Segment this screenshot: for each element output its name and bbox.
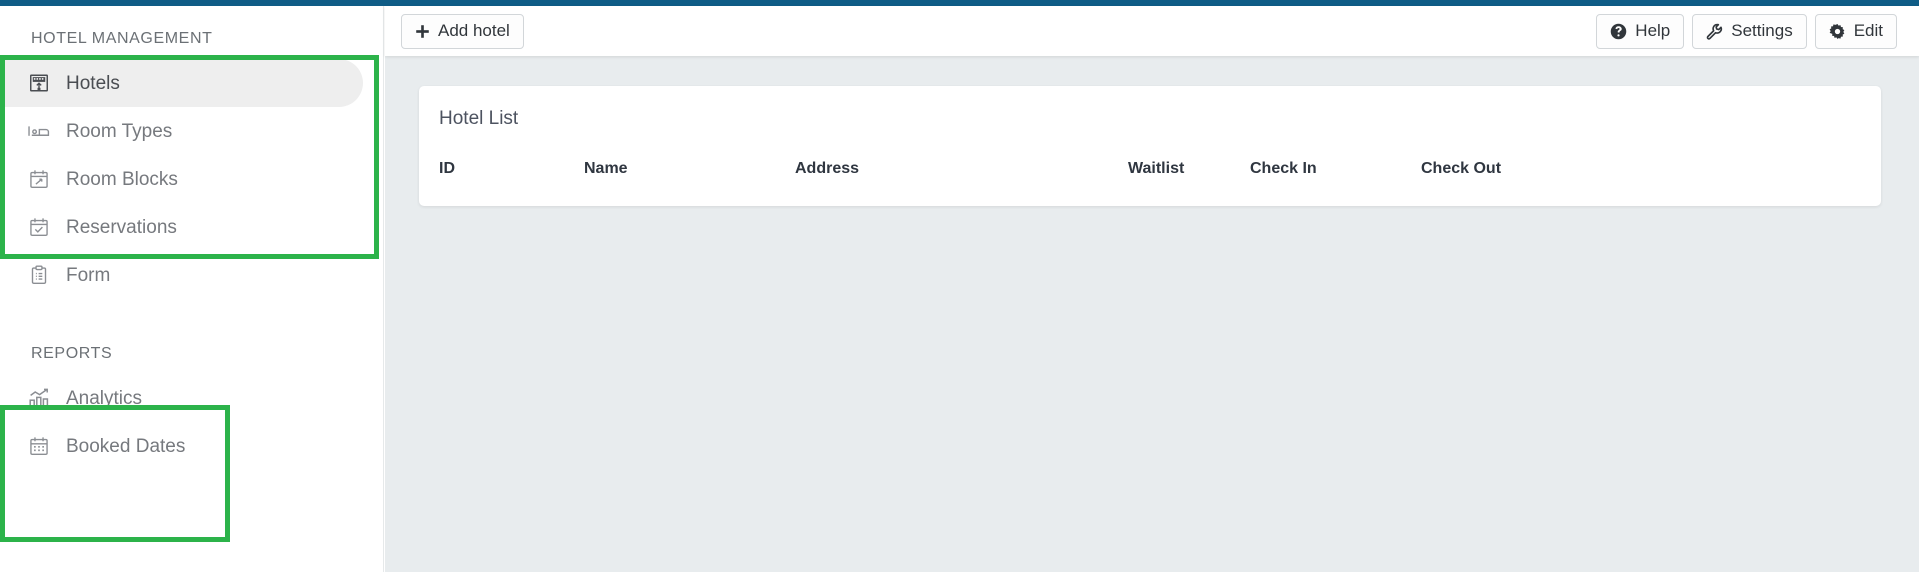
add-hotel-label: Add hotel <box>438 21 510 40</box>
settings-label: Settings <box>1731 21 1793 40</box>
sidebar-item-label: Booked Dates <box>66 435 186 457</box>
question-circle-icon <box>1610 23 1627 40</box>
gear-icon <box>1829 23 1846 40</box>
sidebar-item-room-blocks[interactable]: Room Blocks <box>0 155 383 203</box>
clipboard-list-icon <box>26 262 52 288</box>
calendar-grid-icon <box>26 433 52 459</box>
help-button[interactable]: Help <box>1596 13 1685 49</box>
hotel-list-card: Hotel List ID Name Address Waitlist Chec… <box>419 86 1881 206</box>
column-header-id[interactable]: ID <box>439 160 584 178</box>
bed-icon <box>26 118 52 144</box>
sidebar-item-label: Room Blocks <box>66 168 178 190</box>
sidebar-item-booked-dates[interactable]: Booked Dates <box>0 422 383 470</box>
sidebar-item-label: Reservations <box>66 216 177 238</box>
help-label: Help <box>1635 21 1671 40</box>
sidebar-item-label: Form <box>66 264 111 286</box>
sidebar-item-analytics[interactable]: Analytics <box>0 374 383 422</box>
sidebar-item-form[interactable]: Form <box>0 251 383 299</box>
sidebar-item-label: Hotels <box>66 72 120 94</box>
sidebar-item-reservations[interactable]: Reservations <box>0 203 383 251</box>
column-header-check-in[interactable]: Check In <box>1250 160 1421 178</box>
main-content: Add hotel Help Settings Edit Hotel List … <box>385 6 1919 572</box>
sidebar-section-title-hotel-management: HOTEL MANAGEMENT <box>31 30 213 47</box>
calendar-edit-icon <box>26 166 52 192</box>
hotel-icon <box>26 70 52 96</box>
sidebar-item-room-types[interactable]: Room Types <box>0 107 383 155</box>
hotel-list-table: ID Name Address Waitlist Check In Check … <box>419 160 1881 178</box>
plus-icon <box>415 24 430 39</box>
sidebar-group-divider <box>0 299 383 345</box>
sidebar: HOTEL MANAGEMENT Hotels Room Types Room … <box>0 6 384 572</box>
settings-button[interactable]: Settings <box>1692 13 1807 49</box>
chart-bar-icon <box>26 385 52 411</box>
sidebar-section-title-reports: REPORTS <box>31 345 113 362</box>
sidebar-item-label: Analytics <box>66 387 143 409</box>
column-header-check-out[interactable]: Check Out <box>1421 160 1601 178</box>
calendar-check-icon <box>26 214 52 240</box>
app-root: HOTEL MANAGEMENT Hotels Room Types Room … <box>0 0 1919 572</box>
content-area: Hotel List ID Name Address Waitlist Chec… <box>385 56 1919 206</box>
card-title: Hotel List <box>439 108 519 129</box>
edit-button[interactable]: Edit <box>1814 13 1897 49</box>
sidebar-item-label: Room Types <box>66 120 173 142</box>
table-header-row: ID Name Address Waitlist Check In Check … <box>419 160 1881 178</box>
toolbar: Add hotel Help Settings Edit <box>385 6 1919 56</box>
column-header-name[interactable]: Name <box>584 160 795 178</box>
add-hotel-button[interactable]: Add hotel <box>401 13 524 49</box>
sidebar-item-hotels[interactable]: Hotels <box>0 59 363 107</box>
sidebar-group-reports: Analytics Booked Dates <box>0 374 383 470</box>
wrench-icon <box>1706 23 1723 40</box>
sidebar-group-hotel-management: Hotels Room Types Room Blocks Reservatio… <box>0 59 383 299</box>
column-header-waitlist[interactable]: Waitlist <box>1128 160 1250 178</box>
column-header-address[interactable]: Address <box>795 160 1128 178</box>
edit-label: Edit <box>1853 21 1883 40</box>
